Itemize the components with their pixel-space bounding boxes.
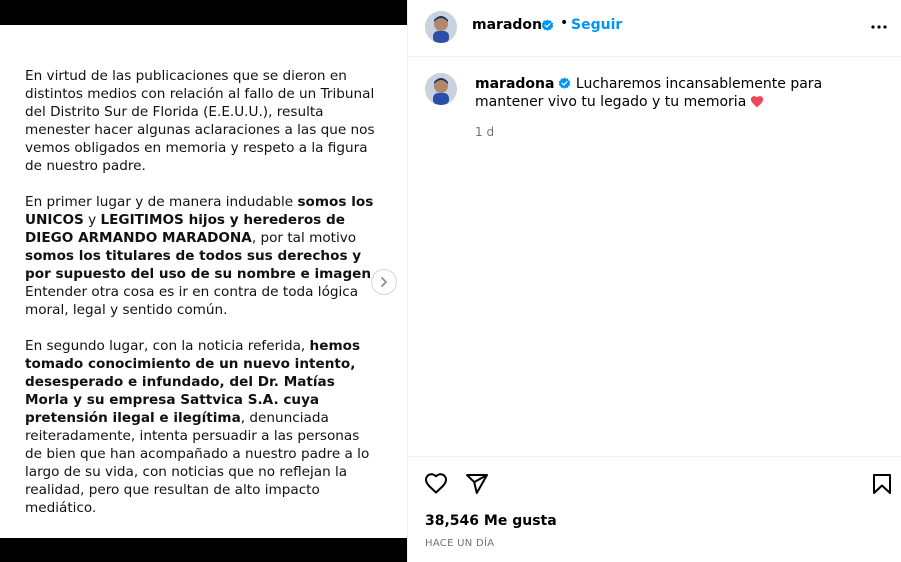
post-details-panel: maradona • Seguir maradona Lucharemos in… <box>407 0 901 562</box>
caption-username-link[interactable]: maradona <box>475 76 554 92</box>
p2-text-b: y <box>83 212 101 228</box>
p2-text-c: , por tal motivo <box>251 230 357 246</box>
caption-avatar[interactable] <box>425 73 457 105</box>
verified-badge-icon <box>559 77 571 89</box>
avatar-image <box>425 11 457 43</box>
separator-dot: • <box>560 15 569 31</box>
letterbox-top <box>0 0 407 25</box>
likes-count[interactable]: 38,546 Me gusta <box>425 513 557 529</box>
more-options-icon[interactable] <box>870 18 888 36</box>
avatar[interactable] <box>425 11 457 43</box>
post-date[interactable]: HACE UN DÍA <box>425 538 494 549</box>
next-slide-button[interactable] <box>371 269 397 295</box>
heart-outline-icon[interactable] <box>424 472 448 496</box>
p2-text-a: En primer lugar y de manera indudable <box>25 194 298 210</box>
bookmark-icon[interactable] <box>870 472 894 496</box>
red-heart-emoji <box>751 96 764 108</box>
share-icon[interactable] <box>465 472 489 496</box>
p2-bold-c: somos los titulares de todos sus derecho… <box>25 248 372 282</box>
caption-timestamp[interactable]: 1 d <box>475 125 494 139</box>
action-bar: 38,546 Me gusta HACE UN DÍA <box>408 456 901 562</box>
statement-document: En virtud de las publicaciones que se di… <box>25 67 377 535</box>
paragraph-2: En primer lugar y de manera indudable so… <box>25 193 377 319</box>
verified-badge-icon <box>541 19 554 31</box>
follow-button[interactable]: Seguir <box>571 17 622 33</box>
p3-text-a: En segundo lugar, con la noticia referid… <box>25 338 310 354</box>
letterbox-bottom <box>0 538 407 562</box>
caption-text: maradona Lucharemos incansablemente para… <box>475 75 875 111</box>
post-header: maradona • Seguir <box>408 0 901 57</box>
post-media: En virtud de las publicaciones que se di… <box>0 0 407 562</box>
chevron-right-icon <box>381 277 387 287</box>
username-link[interactable]: maradona <box>472 17 551 33</box>
paragraph-1: En virtud de las publicaciones que se di… <box>25 68 375 174</box>
avatar-image <box>425 73 457 105</box>
paragraph-3: En segundo lugar, con la noticia referid… <box>25 337 377 517</box>
